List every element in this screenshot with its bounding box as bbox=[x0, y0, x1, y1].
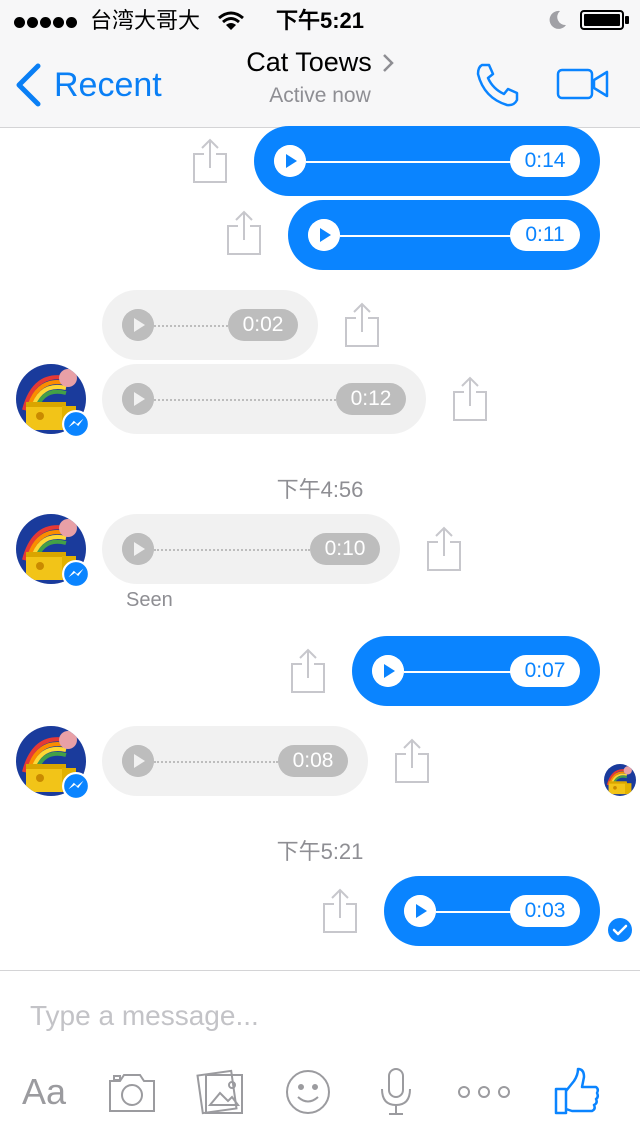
messenger-badge-icon bbox=[62, 772, 90, 800]
active-status: Active now bbox=[269, 84, 371, 107]
do-not-disturb-moon-icon bbox=[549, 10, 566, 29]
play-icon[interactable] bbox=[122, 309, 154, 341]
audio-progress-line bbox=[154, 549, 310, 551]
voice-message-incoming[interactable]: 0:12 bbox=[102, 364, 426, 434]
contact-name: Cat Toews bbox=[246, 47, 372, 77]
microphone-icon bbox=[381, 1068, 411, 1115]
voice-message-incoming[interactable]: 0:10 bbox=[102, 514, 400, 584]
voice-duration: 0:12 bbox=[336, 383, 406, 415]
phone-icon bbox=[476, 63, 519, 107]
video-call-button[interactable] bbox=[556, 66, 610, 102]
battery-icon bbox=[580, 10, 629, 30]
photo-library-icon bbox=[196, 1069, 243, 1115]
share-icon[interactable] bbox=[344, 302, 380, 348]
voice-duration: 0:08 bbox=[278, 745, 348, 777]
read-receipt-avatar bbox=[604, 764, 636, 796]
voice-duration: 0:10 bbox=[310, 533, 380, 565]
voice-duration: 0:14 bbox=[510, 145, 580, 177]
camera-icon bbox=[109, 1074, 155, 1112]
voice-duration: 0:07 bbox=[510, 655, 580, 687]
voice-message-outgoing[interactable]: 0:07 bbox=[352, 636, 600, 706]
emoji-icon bbox=[286, 1070, 330, 1114]
voice-message-incoming[interactable]: 0:02 bbox=[102, 290, 318, 360]
timestamp: 下午4:56 bbox=[276, 477, 364, 502]
message-composer: Aa bbox=[0, 970, 640, 1136]
like-button[interactable] bbox=[554, 1067, 600, 1117]
play-icon[interactable] bbox=[404, 895, 436, 927]
voice-duration: 0:11 bbox=[510, 219, 580, 251]
camera-button[interactable] bbox=[106, 1067, 158, 1117]
messenger-screen: { "status_bar": {"carrier": "台湾大哥大", "ti… bbox=[0, 0, 640, 1136]
voice-record-button[interactable] bbox=[378, 1067, 414, 1117]
video-camera-icon bbox=[556, 68, 609, 100]
audio-progress-line bbox=[436, 911, 514, 913]
audio-progress-line bbox=[154, 399, 336, 401]
message-input[interactable] bbox=[30, 993, 610, 1039]
photo-library-button[interactable] bbox=[196, 1067, 246, 1117]
play-icon[interactable] bbox=[372, 655, 404, 687]
disclosure-chevron-icon bbox=[382, 53, 394, 72]
voice-message-outgoing[interactable]: 0:03 bbox=[384, 876, 600, 946]
messenger-badge-icon bbox=[62, 410, 90, 438]
emoji-button[interactable] bbox=[284, 1067, 332, 1117]
audio-progress-line bbox=[340, 235, 514, 237]
status-time: 下午5:21 bbox=[275, 8, 365, 33]
audio-progress-line bbox=[154, 761, 278, 763]
play-icon[interactable] bbox=[122, 533, 154, 565]
share-icon[interactable] bbox=[452, 376, 488, 422]
share-icon[interactable] bbox=[226, 210, 262, 256]
delivered-check-icon bbox=[608, 918, 632, 942]
voice-message-outgoing[interactable]: 0:14 bbox=[254, 126, 600, 196]
share-icon[interactable] bbox=[426, 526, 462, 572]
voice-message-incoming[interactable]: 0:08 bbox=[102, 726, 368, 796]
play-icon[interactable] bbox=[122, 745, 154, 777]
share-icon[interactable] bbox=[192, 138, 228, 184]
play-icon[interactable] bbox=[308, 219, 340, 251]
share-icon[interactable] bbox=[394, 738, 430, 784]
voice-duration: 0:02 bbox=[228, 309, 298, 341]
audio-progress-line bbox=[404, 671, 514, 673]
messenger-badge-icon bbox=[62, 560, 90, 588]
voice-duration: 0:03 bbox=[510, 895, 580, 927]
play-icon[interactable] bbox=[122, 383, 154, 415]
more-icon bbox=[458, 1086, 510, 1098]
share-icon[interactable] bbox=[322, 888, 358, 934]
text-format-button[interactable]: Aa bbox=[16, 1067, 72, 1117]
conversation-title[interactable]: Cat Toews Active now bbox=[0, 47, 640, 108]
phone-call-button[interactable] bbox=[474, 62, 522, 108]
thumbs-up-icon bbox=[554, 1067, 600, 1115]
navigation-header: 台湾大哥大 下午5:21 Recent Cat Toews Active now bbox=[0, 0, 640, 128]
voice-message-outgoing[interactable]: 0:11 bbox=[288, 200, 600, 270]
audio-progress-line bbox=[154, 325, 228, 327]
play-icon[interactable] bbox=[274, 145, 306, 177]
share-icon[interactable] bbox=[290, 648, 326, 694]
seen-indicator: Seen bbox=[126, 589, 173, 611]
more-options-button[interactable] bbox=[456, 1067, 512, 1117]
timestamp: 下午5:21 bbox=[276, 839, 364, 864]
